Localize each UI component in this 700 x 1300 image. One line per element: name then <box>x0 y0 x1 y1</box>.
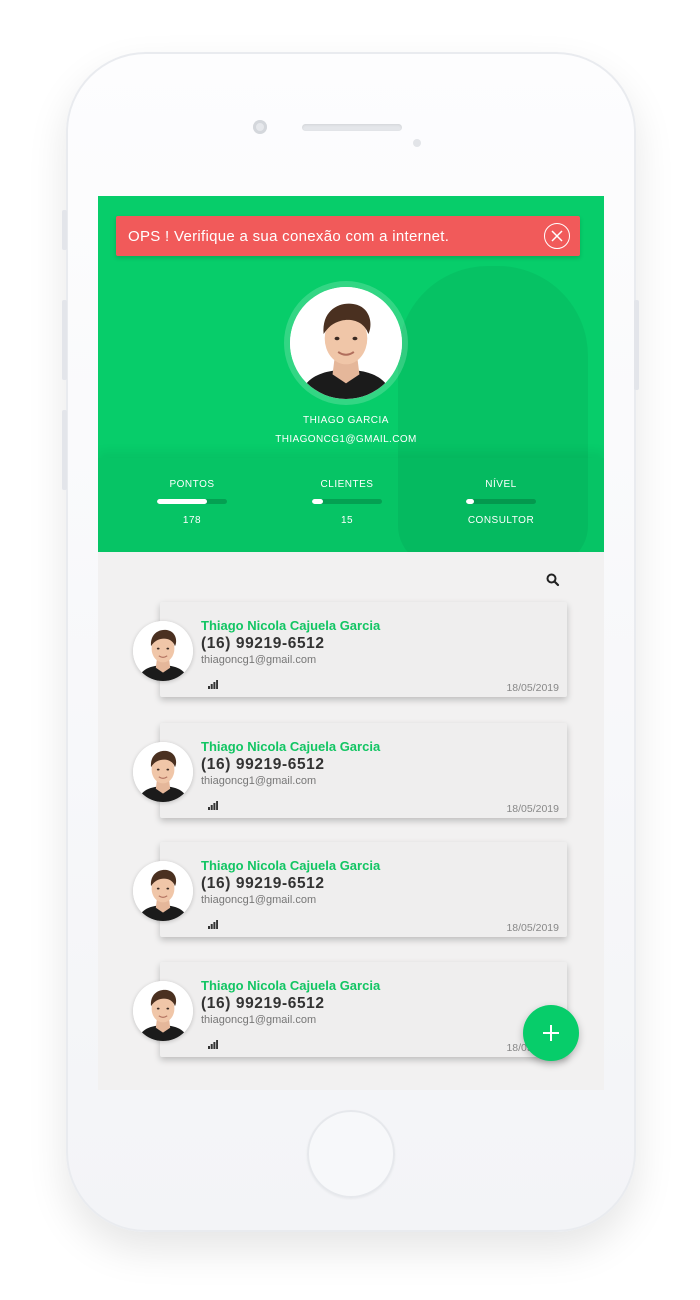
stat-value: 178 <box>182 515 202 526</box>
stat-label: PONTOS <box>169 479 215 490</box>
stat-nivel: NÍVEL CONSULTOR <box>441 479 561 526</box>
progress-bar <box>466 499 536 504</box>
profile-header: OPS ! Verifique a sua conexão com a inte… <box>98 196 604 552</box>
contact-card[interactable]: Thiago Nicola Cajuela Garcia (16) 99219-… <box>133 602 567 697</box>
contact-card[interactable]: Thiago Nicola Cajuela Garcia (16) 99219-… <box>133 962 567 1057</box>
progress-bar <box>312 499 382 504</box>
profile-avatar[interactable] <box>290 287 402 399</box>
contact-avatar <box>133 621 193 681</box>
contact-email: thiagoncg1@gmail.com <box>201 894 317 906</box>
volume-up-button <box>62 300 67 380</box>
contact-date: 18/05/2019 <box>506 922 559 934</box>
signal-icon <box>208 920 218 929</box>
contact-name: Thiago Nicola Cajuela Garcia <box>201 858 381 873</box>
profile-avatar-ring <box>284 281 408 405</box>
contact-phone: (16) 99219-6512 <box>201 635 325 652</box>
close-icon[interactable] <box>544 223 570 249</box>
progress-bar <box>157 499 227 504</box>
stat-label: NÍVEL <box>485 479 517 490</box>
app-screen: OPS ! Verifique a sua conexão com a inte… <box>98 196 604 1090</box>
alert-message: OPS ! Verifique a sua conexão com a inte… <box>128 227 450 245</box>
contact-date: 18/05/2019 <box>506 682 559 694</box>
progress-fill <box>312 499 323 504</box>
add-contact-button[interactable] <box>523 1005 579 1061</box>
search-icon[interactable] <box>545 572 561 588</box>
stat-label: CLIENTES <box>320 479 374 490</box>
earpiece-speaker <box>302 124 402 131</box>
contact-email: thiagoncg1@gmail.com <box>201 1014 317 1026</box>
contact-email: thiagoncg1@gmail.com <box>201 654 317 666</box>
volume-down-button <box>62 410 67 490</box>
stat-clientes: CLIENTES 15 <box>287 479 407 526</box>
mute-switch <box>62 210 67 250</box>
stat-value: CONSULTOR <box>467 515 535 526</box>
contact-avatar <box>133 861 193 921</box>
contact-phone: (16) 99219-6512 <box>201 995 325 1012</box>
contact-avatar <box>133 742 193 802</box>
signal-icon <box>208 680 218 689</box>
contact-card[interactable]: Thiago Nicola Cajuela Garcia (16) 99219-… <box>133 842 567 937</box>
connection-error-banner: OPS ! Verifique a sua conexão com a inte… <box>116 216 580 256</box>
front-camera <box>253 120 267 134</box>
profile-name: THIAGO GARCIA <box>303 415 389 426</box>
signal-icon <box>208 801 218 810</box>
contact-avatar <box>133 981 193 1041</box>
profile-email: THIAGONCG1@GMAIL.COM <box>275 434 417 445</box>
contact-name: Thiago Nicola Cajuela Garcia <box>201 739 381 754</box>
stat-pontos: PONTOS 178 <box>132 479 252 526</box>
contact-phone: (16) 99219-6512 <box>201 875 325 892</box>
progress-fill <box>157 499 208 504</box>
contact-date: 18/05/2019 <box>506 803 559 815</box>
plus-icon <box>543 1025 559 1041</box>
stat-value: 15 <box>340 515 354 526</box>
contact-name: Thiago Nicola Cajuela Garcia <box>201 618 381 633</box>
contact-email: thiagoncg1@gmail.com <box>201 775 317 787</box>
progress-fill <box>466 499 475 504</box>
sensor-dot <box>413 139 421 147</box>
contact-phone: (16) 99219-6512 <box>201 756 325 773</box>
power-button <box>634 300 639 390</box>
signal-icon <box>208 1040 218 1049</box>
contact-name: Thiago Nicola Cajuela Garcia <box>201 978 381 993</box>
contact-card[interactable]: Thiago Nicola Cajuela Garcia (16) 99219-… <box>133 723 567 818</box>
home-button[interactable] <box>307 1110 395 1198</box>
